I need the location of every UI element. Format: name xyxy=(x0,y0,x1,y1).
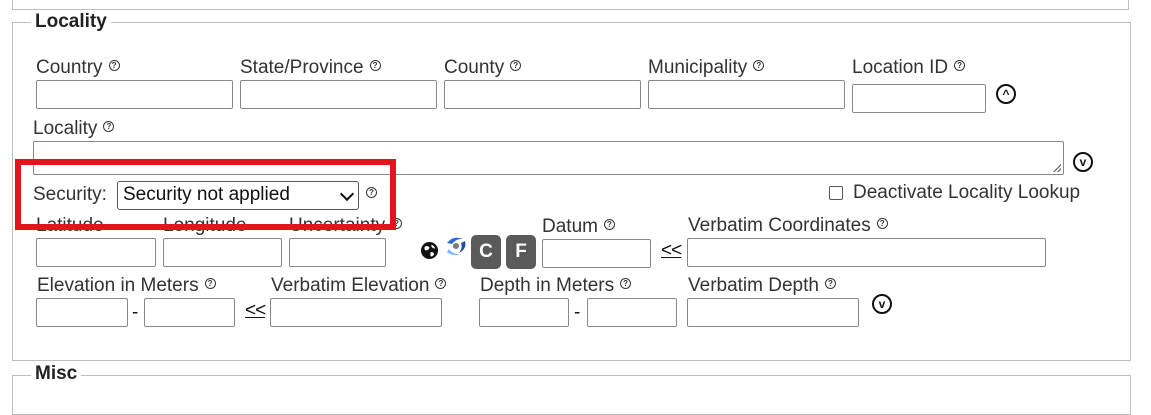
datum-input[interactable] xyxy=(542,239,651,268)
verbatim-depth-label: Verbatim Depth? xyxy=(688,275,836,297)
expand-chevron-down-icon[interactable]: v xyxy=(1073,152,1093,172)
max-elevation-input[interactable] xyxy=(144,298,235,327)
help-icon[interactable]: ? xyxy=(603,219,615,230)
min-depth-input[interactable] xyxy=(479,298,569,327)
help-icon[interactable]: ? xyxy=(954,60,966,71)
max-depth-input[interactable] xyxy=(587,298,677,327)
help-icon[interactable]: ? xyxy=(369,60,381,71)
help-icon[interactable]: ? xyxy=(824,278,836,289)
help-icon[interactable]: ? xyxy=(510,60,522,71)
county-input[interactable] xyxy=(444,80,641,109)
verbatim-coordinates-label: Verbatim Coordinates? xyxy=(688,215,888,237)
help-icon[interactable]: ? xyxy=(753,60,765,71)
latitude-input[interactable] xyxy=(36,238,156,267)
help-icon[interactable]: ? xyxy=(435,278,447,289)
datum-label: Datum? xyxy=(542,216,615,238)
collapse-chevron-up-icon[interactable]: ^ xyxy=(996,84,1016,104)
security-highlight-box xyxy=(15,159,396,230)
uncertainty-input[interactable] xyxy=(289,238,386,267)
locality-legend: Locality xyxy=(31,11,111,33)
min-elevation-input[interactable] xyxy=(36,298,128,327)
help-icon[interactable]: ? xyxy=(103,121,115,132)
resize-handle-icon[interactable] xyxy=(1053,164,1061,172)
location-id-input[interactable] xyxy=(852,84,986,113)
longitude-input[interactable] xyxy=(163,238,282,267)
verbatim-depth-input[interactable] xyxy=(687,298,859,327)
state-province-label: State/Province? xyxy=(240,57,381,79)
verbatim-coordinates-input[interactable] xyxy=(687,238,1046,267)
county-label: County? xyxy=(444,57,522,79)
previous-section-border xyxy=(12,0,1129,10)
depth-label: Depth in Meters? xyxy=(480,275,632,297)
expand-chevron-down-icon[interactable]: v xyxy=(872,294,892,314)
help-icon[interactable]: ? xyxy=(204,278,216,289)
copy-coordinates-link[interactable]: << xyxy=(661,240,682,262)
help-icon[interactable]: ? xyxy=(108,60,120,71)
country-label: Country? xyxy=(36,57,120,79)
country-input[interactable] xyxy=(36,80,233,109)
misc-fieldset xyxy=(12,375,1131,415)
municipality-label: Municipality? xyxy=(648,57,765,79)
help-icon[interactable]: ? xyxy=(620,278,632,289)
elevation-label: Elevation in Meters? xyxy=(37,275,216,297)
globe-icon[interactable] xyxy=(420,241,439,260)
municipality-input[interactable] xyxy=(648,80,845,109)
locality-label: Locality? xyxy=(33,118,115,140)
deactivate-lookup-label: Deactivate Locality Lookup xyxy=(853,182,1081,203)
copy-elevation-link[interactable]: << xyxy=(245,300,266,322)
state-province-input[interactable] xyxy=(240,80,437,109)
f-button[interactable]: F xyxy=(506,235,536,269)
geolocate-tool-icon[interactable] xyxy=(443,235,469,259)
verbatim-elevation-input[interactable] xyxy=(270,298,442,327)
c-button[interactable]: C xyxy=(471,235,501,269)
help-icon[interactable]: ? xyxy=(876,218,888,229)
verbatim-elevation-label: Verbatim Elevation? xyxy=(271,275,447,297)
location-id-label: Location ID? xyxy=(852,57,966,79)
depth-range-dash: - xyxy=(574,302,581,323)
misc-legend: Misc xyxy=(31,363,82,385)
elevation-range-dash: - xyxy=(132,302,139,323)
deactivate-lookup-checkbox[interactable] xyxy=(829,186,843,200)
